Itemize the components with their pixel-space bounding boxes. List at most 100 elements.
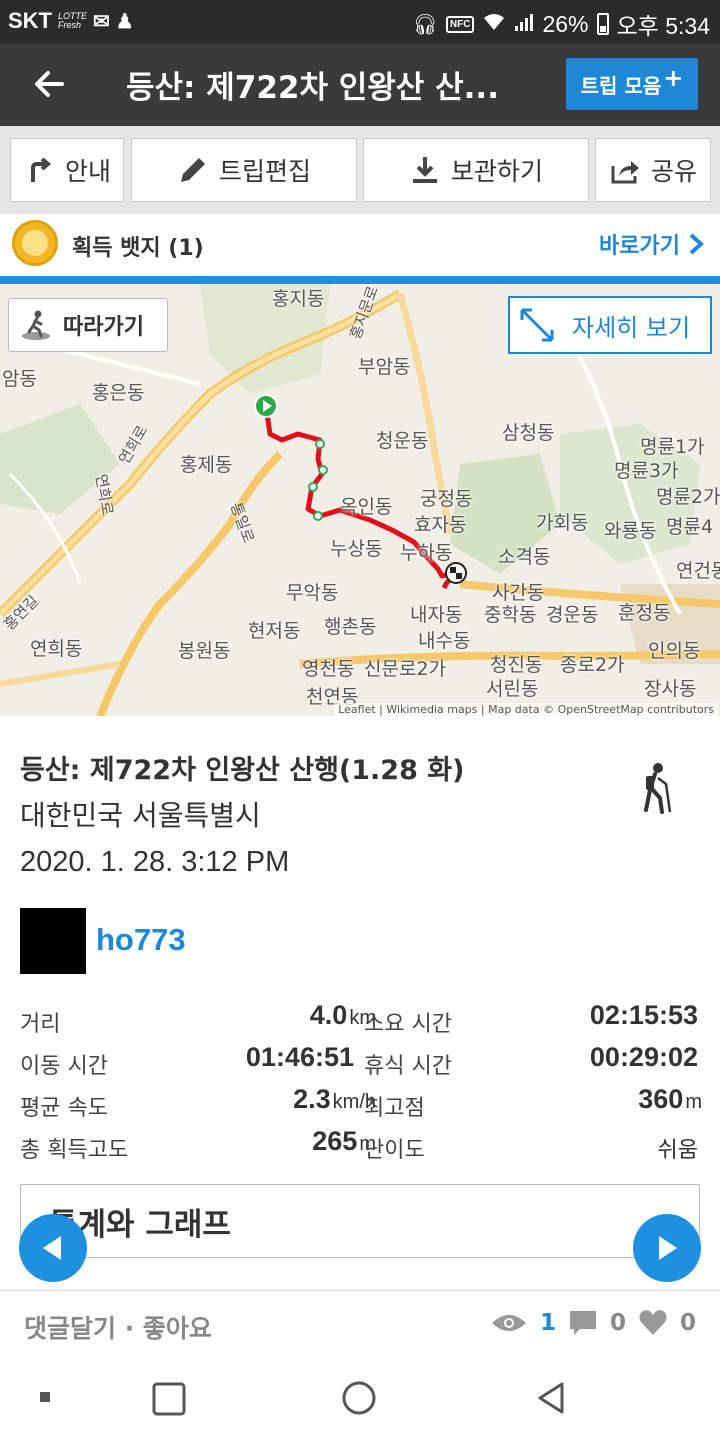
- route-map[interactable]: 홍지동 부암동 암동 홍은동 삼청동 명륜1가 명륜3가 명륜2가 명륜4 청운…: [0, 284, 720, 716]
- map-label: 경운동: [546, 604, 599, 626]
- stats-row: 거리 4.0 km 소요 시간 02:15:53: [20, 998, 702, 1040]
- map-label: 행촌동: [324, 616, 377, 638]
- detail-view-button[interactable]: 자세히 보기: [508, 296, 712, 354]
- difficulty-value: 쉬움: [657, 1138, 698, 1163]
- eye-icon: [491, 1315, 526, 1331]
- map-label: 부암동: [358, 356, 411, 378]
- stats-row: 이동 시간 01:46:51 휴식 시간 00:29:02: [20, 1040, 702, 1082]
- duration-value: 02:15:53: [589, 1000, 698, 1030]
- map-label: 누상동: [330, 538, 383, 560]
- social-counts: 1 0 0: [490, 1309, 696, 1337]
- headset-icon: 🎧︎: [412, 13, 438, 36]
- trip-location: 대한민국 서울특별시: [20, 799, 261, 832]
- map-attribution[interactable]: Leaflet | Wikimedia maps | Map data © Op…: [334, 703, 718, 716]
- back-arrow-icon: [35, 71, 64, 97]
- status-bar: SKT LOTTE Fresh ✉ ♟ 🎧︎ NFC 26% 오후 5:34: [0, 0, 720, 44]
- comment-count: 0: [609, 1310, 626, 1336]
- battery-icon: [596, 13, 609, 35]
- like-count: 0: [679, 1310, 696, 1336]
- moving-time-value: 01:46:51: [245, 1042, 354, 1072]
- map-label: 청진동: [490, 654, 543, 676]
- avatar[interactable]: [20, 908, 86, 974]
- distance-label: 거리: [20, 1012, 61, 1037]
- map-label: 장사동: [644, 678, 697, 700]
- trip-title: 등산: 제722차 인왕산 산행(1.28 화): [20, 755, 465, 786]
- home-circle-icon[interactable]: [342, 1381, 376, 1415]
- stats-table: 거리 4.0 km 소요 시간 02:15:53 이동 시간 01:46:51 휴…: [20, 998, 702, 1166]
- map-label: 영천동: [302, 658, 355, 680]
- elevation-gain-number: 265: [312, 1126, 358, 1156]
- signal-icon: [514, 11, 534, 38]
- map-label: 홍제동: [180, 454, 233, 476]
- share-button[interactable]: 공유: [595, 138, 711, 202]
- save-label: 보관하기: [450, 157, 543, 186]
- max-altitude-unit: m: [685, 1091, 702, 1113]
- map-label: 무악동: [286, 582, 339, 604]
- nfc-icon: NFC: [445, 15, 475, 33]
- map-label: 효자동: [414, 514, 467, 536]
- notification-icon: ✉: [93, 10, 110, 33]
- map-label: 훈정동: [618, 602, 671, 624]
- system-nav-bar: [0, 1362, 720, 1440]
- clock: 오후 5:34: [616, 13, 710, 39]
- chevron-right-icon: [689, 233, 704, 255]
- map-label: 종로2가: [560, 654, 625, 676]
- prev-trip-button[interactable]: [19, 1214, 87, 1282]
- badge-row[interactable]: 획득 뱃지 (1) 바로가기: [0, 214, 720, 276]
- wifi-icon: [482, 11, 506, 38]
- app-icon: ♟: [115, 10, 134, 33]
- stats-row: 평균 속도 2.3 km/h 최고점 360 m: [20, 1082, 702, 1124]
- map-label: 내자동: [410, 604, 463, 626]
- map-label: 명륜3가: [614, 460, 679, 482]
- next-trip-button[interactable]: [633, 1214, 701, 1282]
- comment-like-link[interactable]: 댓글달기 · 좋아요: [24, 1309, 212, 1345]
- guide-label: 안내: [64, 157, 111, 186]
- carrier-label: SKT: [8, 8, 52, 33]
- recent-dot-icon[interactable]: [40, 1392, 50, 1402]
- follow-button[interactable]: 따라가기: [8, 298, 168, 352]
- share-label: 공유: [650, 157, 697, 186]
- goto-link[interactable]: 바로가기: [599, 228, 706, 260]
- badge-medal-icon: [12, 220, 58, 266]
- expand-icon: [520, 308, 554, 342]
- distance-number: 4.0: [309, 1000, 348, 1030]
- map-label: 인의동: [648, 640, 701, 662]
- download-icon: [412, 157, 437, 183]
- save-button[interactable]: 보관하기: [363, 138, 589, 202]
- badge-label: 획득 뱃지 (1): [72, 236, 204, 261]
- overview-square-icon[interactable]: [152, 1382, 186, 1416]
- back-triangle-icon[interactable]: [538, 1382, 564, 1414]
- trip-collection-button[interactable]: 트립 모음 +: [566, 58, 698, 110]
- goto-label: 바로가기: [599, 234, 680, 259]
- app-bar: 등산: 제722차 인왕산 산... 트립 모음 +: [0, 44, 720, 126]
- map-label: 봉원동: [178, 640, 231, 662]
- trip-collection-label: 트립 모음: [580, 73, 662, 98]
- map-label: 연건동: [676, 560, 720, 582]
- map-label: 서린동: [486, 678, 539, 700]
- moving-time-label: 이동 시간: [20, 1054, 108, 1079]
- back-button[interactable]: [28, 62, 72, 106]
- map-label: 명륜2가: [656, 486, 720, 508]
- map-label: 궁정동: [420, 488, 473, 510]
- action-toolbar: 안내 트립편집 보관하기 공유: [0, 126, 720, 214]
- max-altitude-label: 최고점: [364, 1096, 425, 1121]
- battery-percent: 26%: [542, 10, 589, 37]
- trip-datetime: 2020. 1. 28. 3:12 PM: [20, 846, 290, 878]
- map-label: 명륜4: [666, 516, 714, 538]
- map-label: 명륜1가: [640, 436, 705, 458]
- map-label: 내수동: [418, 630, 471, 652]
- follow-label: 따라가기: [63, 315, 144, 340]
- user-name-link[interactable]: ho773: [96, 922, 186, 958]
- social-footer: 댓글달기 · 좋아요 1 0 0: [0, 1290, 720, 1362]
- map-label: 신문로2가: [364, 658, 447, 680]
- map-label: 와룡동: [604, 520, 657, 542]
- max-altitude-value: 360 m: [638, 1084, 702, 1115]
- map-label: 중학동: [484, 604, 537, 626]
- page-title: 등산: 제722차 인왕산 산...: [126, 70, 499, 106]
- elevation-gain-label: 총 획득고도: [20, 1138, 129, 1163]
- stats-graph-section[interactable]: 통계와 그래프: [20, 1184, 700, 1258]
- map-label: 현저동: [248, 620, 301, 642]
- map-label: 삼청동: [502, 422, 555, 444]
- edit-trip-button[interactable]: 트립편집: [131, 138, 357, 202]
- guide-button[interactable]: 안내: [10, 138, 124, 202]
